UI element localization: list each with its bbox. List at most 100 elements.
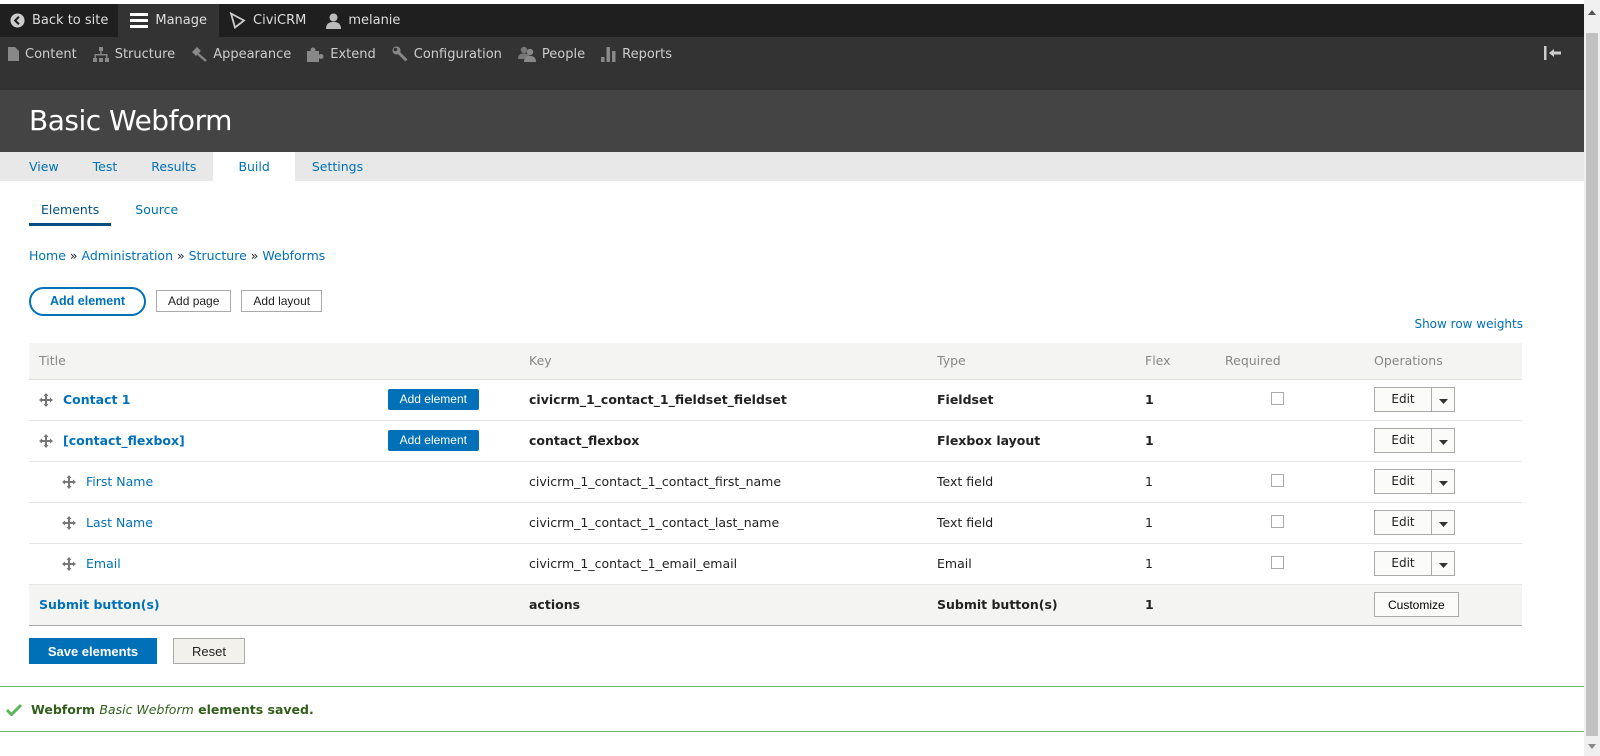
column-header-flex: Flex — [1135, 343, 1215, 380]
manage-tab[interactable]: Manage — [118, 4, 219, 37]
operations-toggle[interactable] — [1432, 552, 1454, 575]
drag-handle-icon[interactable] — [39, 392, 53, 407]
brush-icon — [191, 46, 207, 62]
operations-toggle[interactable] — [1432, 388, 1454, 411]
breadcrumb-separator: » — [250, 248, 263, 263]
table-row: Email civicrm_1_contact_1_email_email Em… — [29, 543, 1522, 585]
breadcrumb-administration[interactable]: Administration — [82, 248, 173, 263]
add-element-to-flexbox-button[interactable]: Add element — [387, 430, 479, 451]
operations-dropbutton: Edit — [1374, 469, 1455, 494]
tab-view[interactable]: View — [12, 152, 76, 181]
drag-handle-icon[interactable] — [62, 474, 76, 489]
element-title-link[interactable]: Email — [86, 556, 121, 571]
drag-handle-icon[interactable] — [62, 515, 76, 530]
table-row: Last Name civicrm_1_contact_1_contact_la… — [29, 502, 1522, 544]
edit-button[interactable]: Edit — [1375, 388, 1432, 411]
caret-down-icon — [1438, 515, 1448, 530]
breadcrumb-home[interactable]: Home — [29, 248, 66, 263]
element-title-link[interactable]: Contact 1 — [63, 392, 131, 407]
element-title-link[interactable]: Last Name — [86, 515, 153, 530]
scroll-up-arrow-icon[interactable] — [1584, 4, 1600, 20]
element-type: Flexbox layout — [927, 420, 1135, 462]
elements-table: Title Key Type Flex Required Operations … — [29, 343, 1522, 626]
tray-item-people[interactable]: People — [510, 46, 593, 62]
tab-results[interactable]: Results — [134, 152, 213, 181]
add-page-button[interactable]: Add page — [156, 290, 232, 312]
tab-test[interactable]: Test — [76, 152, 135, 181]
required-checkbox[interactable] — [1271, 391, 1284, 405]
show-row-weights-link[interactable]: Show row weights — [1414, 317, 1523, 331]
element-flex: 1 — [1135, 461, 1215, 503]
tray-item-content[interactable]: Content — [0, 47, 85, 62]
tray-orientation-toggle[interactable] — [1544, 46, 1562, 63]
wrench-icon — [392, 46, 408, 62]
breadcrumb-structure[interactable]: Structure — [189, 248, 247, 263]
caret-down-icon — [1438, 433, 1448, 448]
operations-toggle[interactable] — [1432, 511, 1454, 534]
tray-item-reports[interactable]: Reports — [593, 46, 680, 62]
reset-button[interactable]: Reset — [173, 638, 245, 664]
tray-item-structure[interactable]: Structure — [85, 46, 183, 62]
tray-item-extend[interactable]: Extend — [299, 47, 384, 62]
tray-item-configuration[interactable]: Configuration — [384, 46, 510, 62]
chevron-left-circle-icon — [10, 13, 25, 28]
element-flex: 1 — [1135, 379, 1215, 421]
vertical-scrollbar[interactable] — [1584, 0, 1600, 756]
element-key: civicrm_1_contact_1_fieldset_fieldset — [519, 379, 927, 421]
tab-elements[interactable]: Elements — [29, 202, 112, 226]
civicrm-tab[interactable]: CiviCRM — [219, 4, 316, 37]
hamburger-icon — [130, 13, 149, 28]
back-to-site-link[interactable]: Back to site — [0, 4, 118, 37]
operations-toggle[interactable] — [1432, 429, 1454, 452]
tab-source[interactable]: Source — [123, 202, 190, 226]
user-tab[interactable]: melanie — [316, 4, 410, 37]
manage-tray: Content Structure Appearance Extend Conf… — [0, 37, 1584, 90]
column-header-operations: Operations — [1364, 343, 1522, 380]
submit-buttons-title-link[interactable]: Submit button(s) — [39, 597, 160, 612]
local-actions: Add element Add page Add layout — [0, 284, 1584, 318]
tray-item-label: People — [541, 46, 586, 62]
add-element-to-contact-button[interactable]: Add element — [387, 389, 479, 410]
edit-button[interactable]: Edit — [1375, 511, 1432, 534]
column-header-title: Title — [29, 343, 519, 380]
save-elements-button[interactable]: Save elements — [29, 638, 157, 664]
breadcrumb-separator: » — [176, 248, 189, 263]
page-title: Basic Webform — [29, 104, 232, 137]
scroll-down-arrow-icon[interactable] — [1584, 738, 1600, 754]
manage-label: Manage — [155, 13, 207, 28]
drag-handle-icon[interactable] — [62, 556, 76, 571]
table-row: [contact_flexbox] Add element contact_fl… — [29, 420, 1522, 462]
user-icon — [326, 13, 342, 29]
breadcrumb-webforms[interactable]: Webforms — [262, 248, 325, 263]
edit-button[interactable]: Edit — [1375, 470, 1432, 493]
back-to-site-label: Back to site — [32, 13, 109, 28]
required-checkbox[interactable] — [1271, 473, 1284, 487]
caret-down-icon — [1438, 474, 1448, 489]
operations-dropbutton: Edit — [1374, 387, 1455, 412]
element-title-link[interactable]: First Name — [86, 474, 153, 489]
customize-button[interactable]: Customize — [1374, 592, 1459, 617]
element-flex: 1 — [1135, 420, 1215, 462]
element-key: civicrm_1_contact_1_email_email — [519, 543, 927, 585]
drag-handle-icon[interactable] — [39, 433, 53, 448]
puzzle-icon — [307, 47, 324, 62]
civicrm-label: CiviCRM — [253, 13, 307, 28]
operations-toggle[interactable] — [1432, 470, 1454, 493]
page-header: Basic Webform — [0, 90, 1584, 152]
element-key: civicrm_1_contact_1_contact_last_name — [519, 502, 927, 544]
required-checkbox[interactable] — [1271, 514, 1284, 528]
scrollbar-thumb[interactable] — [1586, 33, 1598, 736]
add-element-button[interactable]: Add element — [29, 286, 147, 316]
add-layout-button[interactable]: Add layout — [241, 290, 323, 312]
element-flex: 1 — [1135, 583, 1215, 626]
secondary-tabs: Elements Source — [0, 181, 1584, 226]
required-checkbox[interactable] — [1271, 555, 1284, 569]
checkmark-icon — [6, 703, 22, 716]
tray-item-label: Appearance — [213, 46, 292, 62]
tab-build[interactable]: Build — [213, 152, 295, 181]
edit-button[interactable]: Edit — [1375, 552, 1432, 575]
tray-item-appearance[interactable]: Appearance — [183, 46, 299, 62]
tab-settings[interactable]: Settings — [295, 152, 380, 181]
element-title-link[interactable]: [contact_flexbox] — [63, 433, 185, 448]
edit-button[interactable]: Edit — [1375, 429, 1432, 452]
